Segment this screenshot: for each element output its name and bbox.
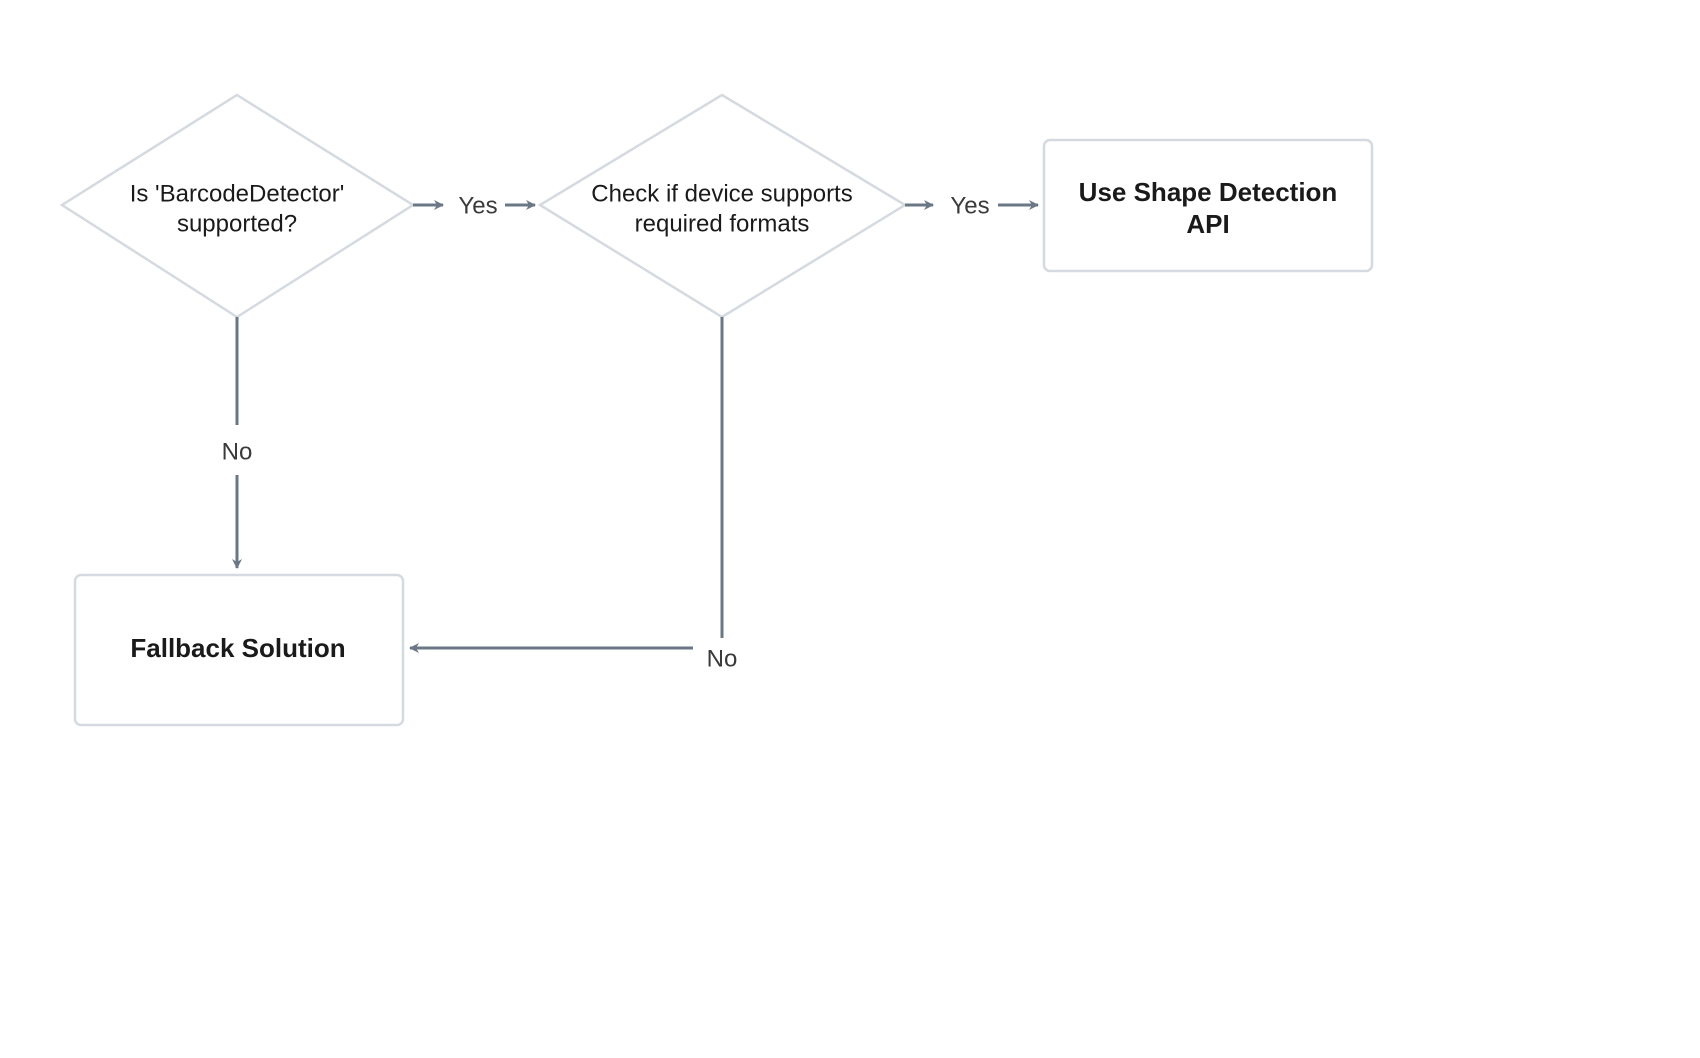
flowchart: Is 'BarcodeDetector' supported? Check if…: [0, 0, 1700, 1058]
edge-d2-no: No: [410, 317, 737, 672]
action1-line2: API: [1186, 209, 1229, 239]
action-use-shape-detection: Use Shape Detection API: [1044, 140, 1372, 271]
edge-d1-no: No: [222, 317, 253, 568]
svg-text:No: No: [222, 438, 253, 465]
decision-barcode-detector: Is 'BarcodeDetector' supported?: [62, 95, 413, 317]
decision2-line1: Check if device supports: [591, 180, 852, 207]
decision-device-formats: Check if device supports required format…: [540, 95, 905, 317]
edge-d1-yes: Yes: [413, 192, 535, 219]
action2-text: Fallback Solution: [130, 633, 345, 663]
decision2-line2: required formats: [635, 210, 810, 237]
svg-text:No: No: [707, 645, 738, 672]
svg-text:Yes: Yes: [458, 192, 497, 219]
decision1-line2: supported?: [177, 210, 297, 237]
decision1-line1: Is 'BarcodeDetector': [130, 180, 345, 207]
action1-line1: Use Shape Detection: [1079, 177, 1338, 207]
edge-d2-yes: Yes: [905, 192, 1038, 219]
action-fallback-solution: Fallback Solution: [75, 575, 403, 725]
svg-text:Yes: Yes: [950, 192, 989, 219]
